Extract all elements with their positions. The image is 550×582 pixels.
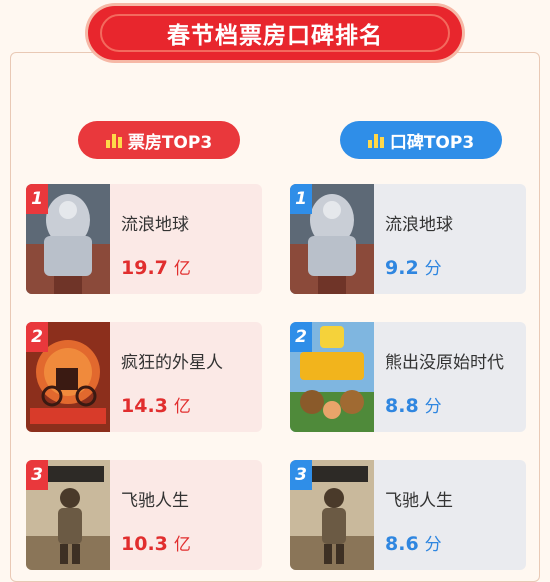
- movie-name: 飞驰人生: [121, 491, 189, 511]
- box-office-value: 10.3 亿: [121, 533, 191, 555]
- reputation-label: 口碑TOP3: [389, 132, 475, 153]
- rank-badge: 2: [26, 322, 48, 352]
- box-office-badge: 票房TOP3: [78, 121, 240, 159]
- rank-badge: 1: [26, 184, 48, 214]
- reputation-badge: 口碑TOP3: [340, 121, 502, 159]
- movie-name: 流浪地球: [121, 215, 189, 235]
- rank-badge: 2: [290, 322, 312, 352]
- reputation-score: 9.2 分: [385, 257, 442, 279]
- rank-badge: 3: [26, 460, 48, 490]
- movie-name: 疯狂的外星人: [121, 353, 223, 373]
- reputation-card-3[interactable]: 3 飞驰人生 8.6 分: [290, 460, 526, 570]
- reputation-card-2[interactable]: 2 熊出没原始时代 8.8 分: [290, 322, 526, 432]
- box-office-card-1[interactable]: 1 流浪地球 19.7 亿: [26, 184, 262, 294]
- rank-badge: 3: [290, 460, 312, 490]
- movie-name: 流浪地球: [385, 215, 453, 235]
- page-title: 春节档票房口碑排名: [167, 23, 383, 49]
- box-office-label: 票房TOP3: [127, 132, 213, 153]
- rank-badge: 1: [290, 184, 312, 214]
- box-office-card-2[interactable]: 2 疯狂的外星人 14.3 亿: [26, 322, 262, 432]
- title-banner: 春节档票房口碑排名: [88, 6, 462, 60]
- movie-name: 熊出没原始时代: [385, 353, 504, 373]
- box-office-value: 19.7 亿: [121, 257, 191, 279]
- movie-name: 飞驰人生: [385, 491, 453, 511]
- reputation-score: 8.6 分: [385, 533, 442, 555]
- box-office-value: 14.3 亿: [121, 395, 191, 417]
- reputation-card-1[interactable]: 1 流浪地球 9.2 分: [290, 184, 526, 294]
- bar-chart-icon: [105, 132, 122, 148]
- reputation-score: 8.8 分: [385, 395, 442, 417]
- bar-chart-icon: [367, 132, 384, 148]
- box-office-card-3[interactable]: 3 飞驰人生 10.3 亿: [26, 460, 262, 570]
